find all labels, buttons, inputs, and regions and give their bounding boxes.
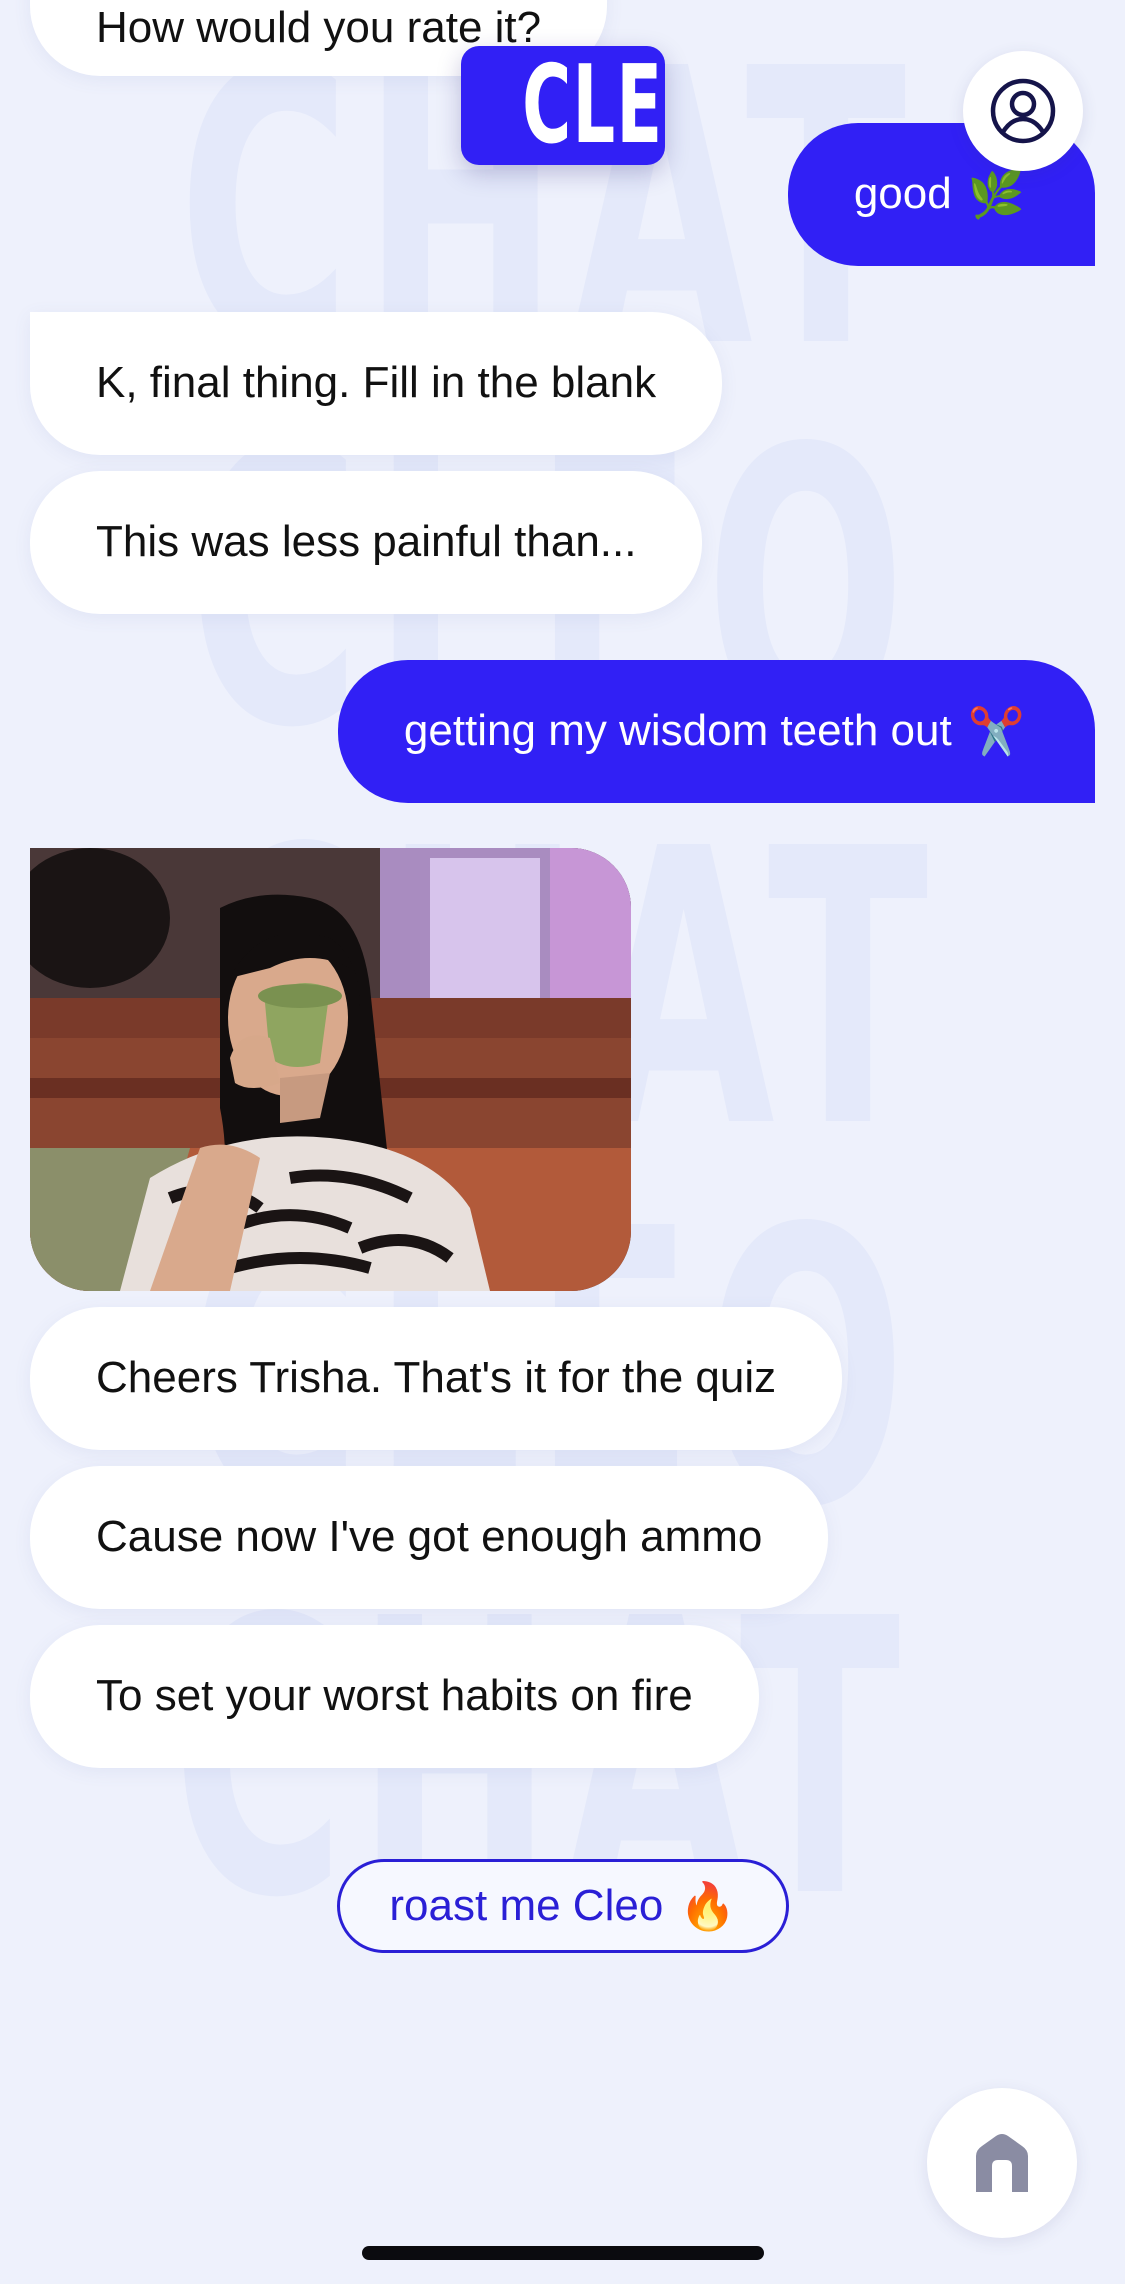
bot-message: To set your worst habits on fire: [30, 1625, 759, 1768]
home-indicator[interactable]: [362, 2246, 764, 2260]
home-icon: [976, 2134, 1028, 2192]
cleo-logo: CLEO: [461, 46, 665, 165]
bot-message: Cheers Trisha. That's it for the quiz: [30, 1307, 843, 1450]
bot-message: This was less painful than...: [30, 471, 703, 614]
herb-emoji: 🌿: [967, 167, 1025, 220]
message-text: K, final thing. Fill in the blank: [96, 358, 657, 408]
profile-icon: [990, 78, 1056, 144]
roast-me-button[interactable]: roast me Cleo 🔥: [337, 1859, 789, 1953]
message-text: getting my wisdom teeth out: [403, 706, 952, 756]
message-text: good: [853, 169, 952, 219]
profile-button[interactable]: [963, 51, 1083, 171]
user-message: getting my wisdom teeth out ✂️: [337, 660, 1095, 803]
message-text: Cheers Trisha. That's it for the quiz: [96, 1353, 777, 1403]
roast-me-label: roast me Cleo: [389, 1881, 664, 1930]
bot-message: Cause now I've got enough ammo: [30, 1466, 829, 1609]
gif-message[interactable]: [30, 848, 631, 1291]
bot-message: K, final thing. Fill in the blank: [30, 312, 723, 455]
fire-emoji: 🔥: [679, 1879, 737, 1932]
message-text: Cause now I've got enough ammo: [96, 1512, 763, 1562]
logo-text: CLEO: [522, 46, 665, 165]
gif-image: [30, 848, 631, 1291]
scissors-emoji: ✂️: [967, 704, 1025, 757]
message-text: To set your worst habits on fire: [96, 1671, 693, 1721]
home-button[interactable]: [927, 2088, 1077, 2238]
message-text: This was less painful than...: [96, 517, 637, 567]
